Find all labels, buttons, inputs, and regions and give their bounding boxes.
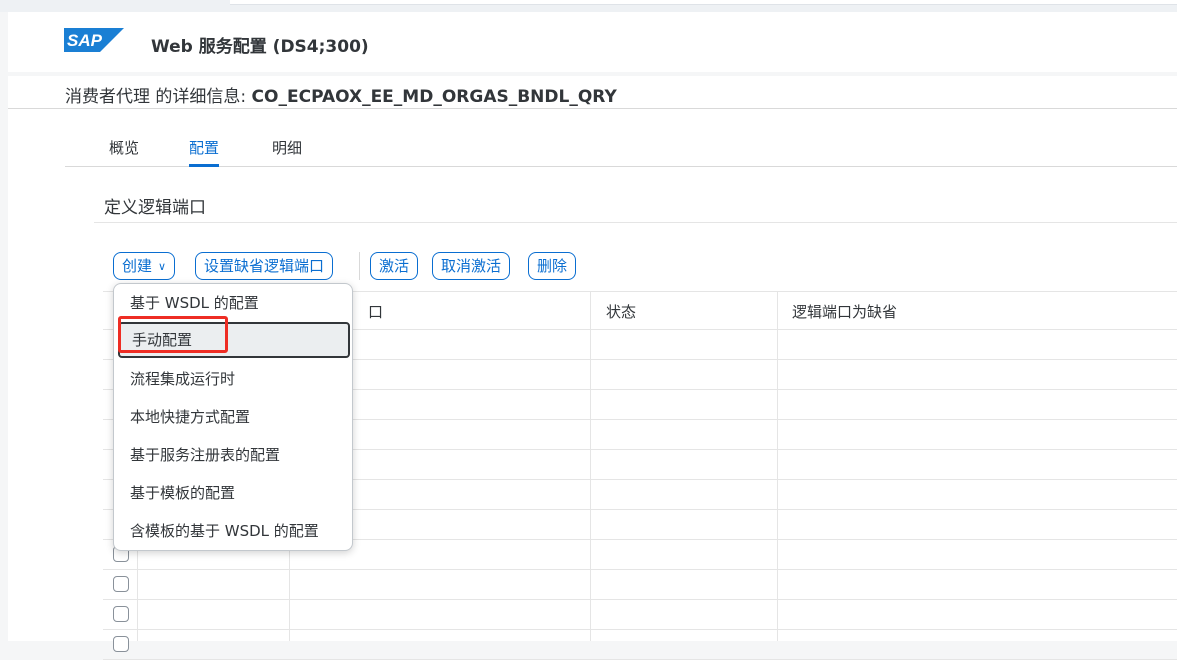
page-title-prefix: 消费者代理 的详细信息: (65, 87, 247, 107)
toolbar-separator (359, 252, 360, 280)
tab-bar: 概览 配置 明细 (65, 109, 1177, 167)
column-header-port: 口 (368, 303, 384, 321)
row-checkbox[interactable] (113, 606, 129, 622)
delete-button[interactable]: 删除 (528, 252, 577, 280)
table-row[interactable] (103, 600, 1177, 630)
create-menu: 基于 WSDL 的配置 手动配置 流程集成运行时 本地快捷方式配置 基于服务注册… (113, 283, 353, 551)
menu-item-process-integration-runtime[interactable]: 流程集成运行时 (114, 360, 352, 398)
column-divider (590, 291, 591, 641)
section-divider (94, 222, 1177, 223)
column-header-status: 状态 (606, 303, 637, 321)
column-divider (777, 291, 778, 641)
chevron-down-icon: ∨ (158, 260, 167, 273)
page-title: 消费者代理 的详细信息: CO_ECPAOX_EE_MD_ORGAS_BNDL_… (65, 82, 617, 107)
activate-button[interactable]: 激活 (370, 252, 419, 280)
shell-bar: SAP Web 服务配置 (DS4;300) (8, 12, 1177, 72)
sap-logo: SAP (64, 28, 124, 52)
page-title-object: CO_ECPAOX_EE_MD_ORGAS_BNDL_QRY (251, 87, 617, 107)
column-header-default: 逻辑端口为缺省 (792, 303, 898, 321)
page-title-bar: 消费者代理 的详细信息: CO_ECPAOX_EE_MD_ORGAS_BNDL_… (8, 76, 1177, 109)
menu-item-local-shortcut-config[interactable]: 本地快捷方式配置 (114, 398, 352, 436)
tab-overview[interactable]: 概览 (109, 137, 139, 158)
row-checkbox[interactable] (113, 636, 129, 652)
browser-top-strip (0, 0, 1177, 12)
set-default-port-button[interactable]: 设置缺省逻辑端口 (195, 252, 334, 280)
create-button[interactable]: 创建 ∨ (113, 252, 176, 280)
create-button-label: 创建 (122, 257, 153, 275)
section-title: 定义逻辑端口 (104, 198, 206, 218)
menu-item-wsdl-with-template-config[interactable]: 含模板的基于 WSDL 的配置 (114, 512, 352, 550)
menu-item-manual-config[interactable]: 手动配置 (118, 322, 350, 358)
table-row[interactable] (103, 630, 1177, 660)
row-checkbox[interactable] (113, 576, 129, 592)
shell-title: Web 服务配置 (DS4;300) (151, 37, 369, 57)
svg-text:SAP: SAP (67, 31, 103, 50)
menu-item-wsdl-config[interactable]: 基于 WSDL 的配置 (114, 284, 352, 322)
tab-details[interactable]: 明细 (272, 137, 302, 158)
menu-item-template-config[interactable]: 基于模板的配置 (114, 474, 352, 512)
address-bar (230, 0, 1177, 5)
menu-item-service-registry-config[interactable]: 基于服务注册表的配置 (114, 436, 352, 474)
deactivate-button[interactable]: 取消激活 (432, 252, 511, 280)
tab-configuration[interactable]: 配置 (189, 137, 220, 167)
table-row[interactable] (103, 570, 1177, 600)
